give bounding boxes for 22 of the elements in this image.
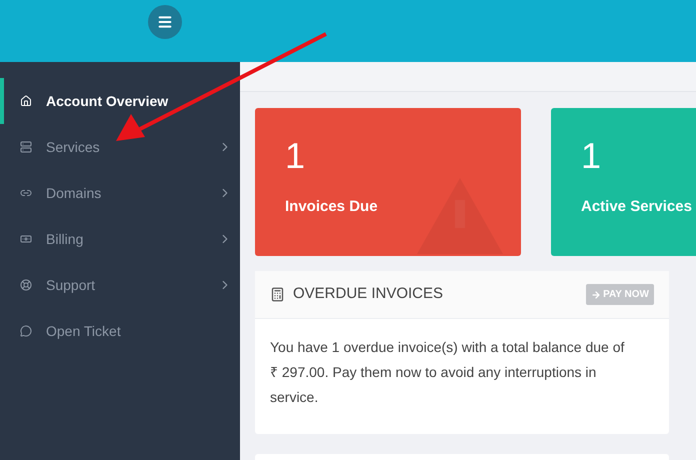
- stat-label: Invoices Due: [285, 197, 379, 217]
- lifebuoy-icon: [20, 279, 32, 291]
- stat-count: 1: [285, 138, 306, 174]
- sidebar-item[interactable]: Billing: [0, 216, 240, 262]
- banknote-icon: [20, 233, 32, 245]
- sidebar-item[interactable]: Services: [0, 124, 240, 170]
- link-icon: [20, 187, 32, 199]
- overdue-message: You have 1 overdue invoice(s) with a total balance due of ₹ 297.00. Pay them now to avoid any interruptions in service.: [269, 338, 626, 407]
- stat-label: Active Services: [581, 197, 693, 217]
- menu-icon: [157, 14, 173, 30]
- calculator-icon: [270, 287, 285, 302]
- stat-count: 1: [581, 138, 602, 174]
- panel-title: OVERDUE INVOICES: [293, 284, 444, 304]
- sidebar-item[interactable]: Support: [0, 262, 240, 308]
- arrow-right-icon: [591, 290, 602, 300]
- menu-button[interactable]: [148, 5, 182, 39]
- speech-bubble-icon: [20, 325, 32, 337]
- server-icon: [20, 141, 32, 153]
- sidebar-item[interactable]: Domains: [0, 170, 240, 216]
- sidebar-item[interactable]: Open Ticket: [0, 308, 240, 354]
- home-icon: [20, 95, 32, 107]
- warning-icon: [415, 176, 505, 256]
